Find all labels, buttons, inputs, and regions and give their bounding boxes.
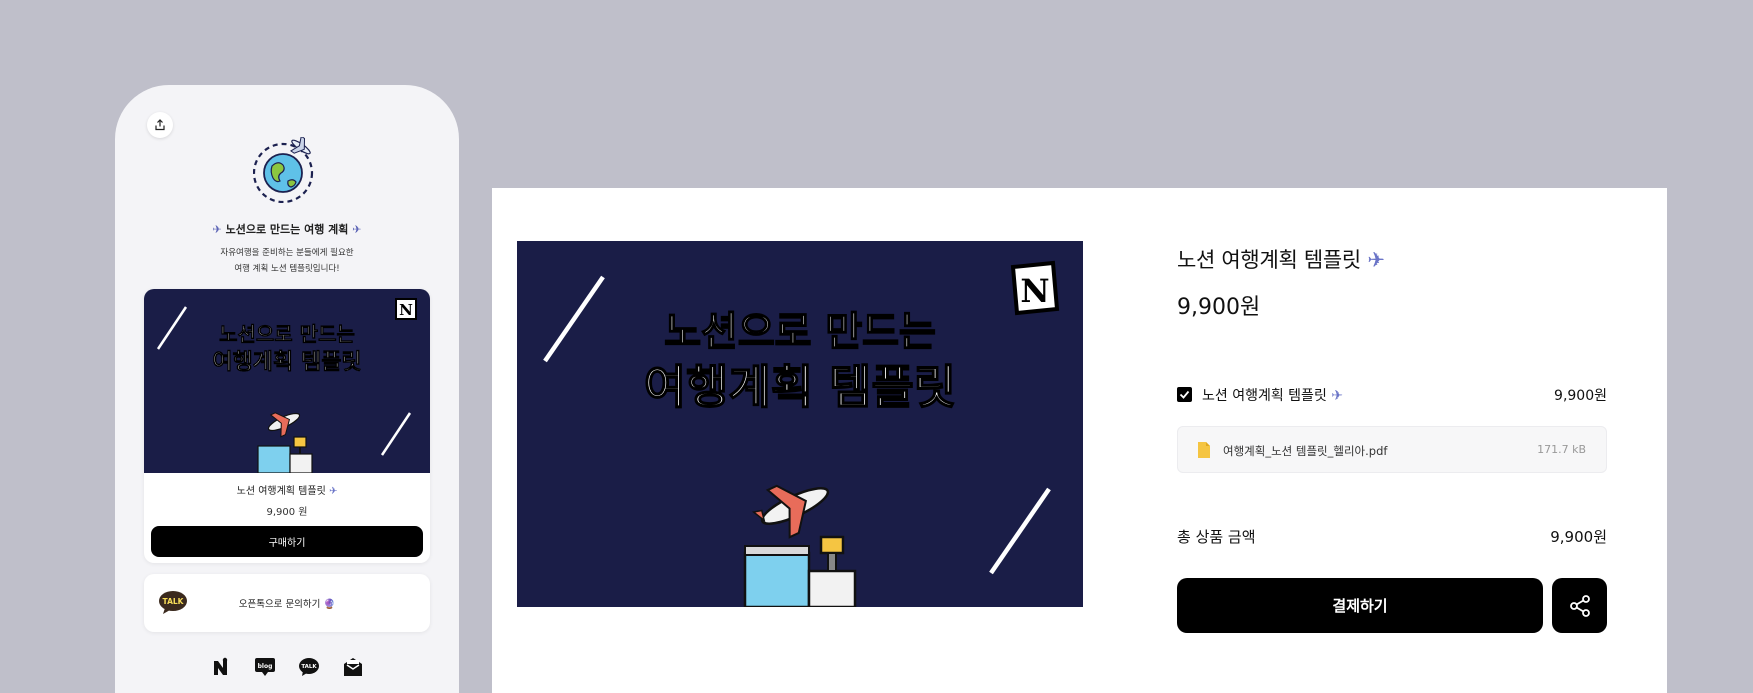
product-title-text: 노션 여행계획 템플릿 <box>1177 248 1361 272</box>
svg-text:N: N <box>399 301 413 319</box>
hero-heading-line2: 여행계획 템플릿 <box>644 360 956 414</box>
notion-logo-icon: N <box>1010 260 1060 316</box>
product-title: 노션 여행계획 템플릿 ✈ <box>1177 244 1385 274</box>
airplane-emoji-icon: ✈ <box>1367 248 1385 272</box>
blog-icon[interactable]: blog <box>254 656 276 678</box>
airport-building-icon <box>743 535 857 607</box>
airplane-emoji-icon: ✈ <box>352 223 362 236</box>
kakaotalk-icon[interactable]: TALK <box>298 656 320 678</box>
svg-text:TALK: TALK <box>301 664 317 670</box>
phone-page-title: ✈ 노션으로 만드는 여행 계획 ✈ <box>115 221 459 237</box>
card-product-name-text: 노션 여행계획 템플릿 <box>236 486 326 497</box>
file-size: 171.7 kB <box>1537 443 1586 456</box>
open-chat-label-text: 오픈톡으로 문의하기 <box>238 599 321 610</box>
phone-desc-line: 여행 계획 노션 템플릿입니다! <box>234 264 340 274</box>
option-checkbox[interactable] <box>1177 387 1192 402</box>
share-upload-icon[interactable] <box>147 112 173 138</box>
file-attachment: 여행계획_노션 템플릿_헬리아.pdf 171.7 kB <box>1177 426 1607 473</box>
product-thumbnail: N 노션으로 만드는 여행계획 템플릿 <box>144 289 430 473</box>
buy-button[interactable]: 구매하기 <box>151 526 423 557</box>
option-row[interactable]: 노션 여행계획 템플릿 ✈ 9,900원 <box>1177 384 1607 404</box>
svg-text:blog: blog <box>258 663 273 670</box>
social-links: blog TALK <box>210 655 364 679</box>
option-price: 9,900원 <box>1554 388 1607 404</box>
svg-text:N: N <box>1020 272 1049 310</box>
phone-title-text: 노션으로 만드는 여행 계획 <box>225 223 349 236</box>
airplane-emoji-icon: ✈ <box>328 486 338 497</box>
pay-button[interactable]: 결제하기 <box>1177 578 1543 633</box>
crystal-ball-emoji-icon: 🔮 <box>323 599 336 610</box>
share-nodes-icon[interactable] <box>1552 578 1607 633</box>
product-card[interactable]: N 노션으로 만드는 여행계획 템플릿 노션 여행계획 템플릿 ✈ 9,900 … <box>144 289 430 563</box>
file-name: 여행계획_노션 템플릿_헬리아.pdf <box>1223 444 1388 458</box>
option-name-text: 노션 여행계획 템플릿 <box>1202 388 1327 404</box>
thumb-heading-line2: 여행계획 템플릿 <box>212 350 361 375</box>
airplane-emoji-icon: ✈ <box>212 223 222 236</box>
notion-icon: N <box>395 298 417 320</box>
card-product-price: 9,900 원 <box>266 507 308 518</box>
mail-icon[interactable] <box>342 656 364 678</box>
airplane-emoji-icon: ✈ <box>1331 388 1344 404</box>
phone-mockup: ✈ 노션으로 만드는 여행 계획 ✈ 자유여행을 준비하는 분들에게 필요한 여… <box>115 85 459 693</box>
file-icon <box>1198 442 1210 458</box>
total-label: 총 상품 금액 <box>1177 528 1256 546</box>
total-price: 9,900원 <box>1550 528 1607 546</box>
hero-heading-line1: 노션으로 만드는 <box>664 309 936 355</box>
checkout-panel: N 노션으로 만드는 여행계획 템플릿 노션 여행계획 템플릿 ✈ 9,900원… <box>492 188 1667 693</box>
naver-icon[interactable] <box>210 656 232 678</box>
thumb-heading-line1: 노션으로 만드는 <box>219 322 355 346</box>
open-chat-label: 오픈톡으로 문의하기 🔮 <box>144 596 430 610</box>
open-chat-card[interactable]: TALK 오픈톡으로 문의하기 🔮 <box>144 574 430 632</box>
globe-airplane-icon <box>252 135 319 204</box>
product-hero-image: N 노션으로 만드는 여행계획 템플릿 <box>517 241 1083 607</box>
option-name: 노션 여행계획 템플릿 ✈ <box>1202 385 1343 405</box>
phone-description: 자유여행을 준비하는 분들에게 필요한 여행 계획 노션 템플릿입니다! <box>115 245 459 277</box>
card-product-name: 노션 여행계획 템플릿 ✈ <box>144 482 430 497</box>
phone-desc-line: 자유여행을 준비하는 분들에게 필요한 <box>220 248 354 258</box>
product-price: 9,900원 <box>1177 295 1261 320</box>
